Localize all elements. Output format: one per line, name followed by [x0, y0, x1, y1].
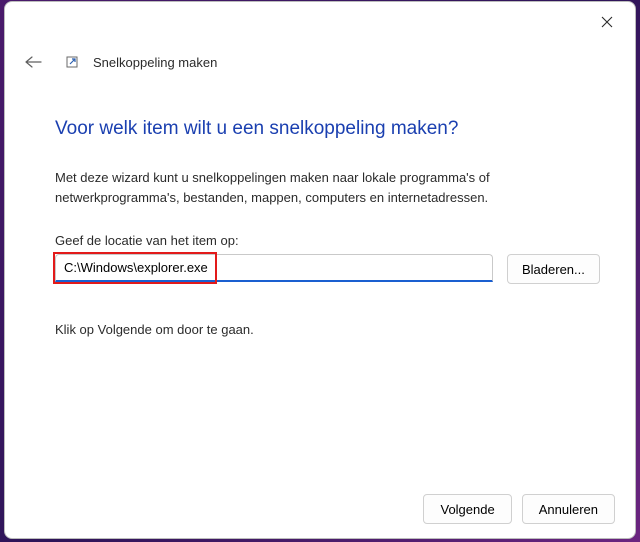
back-arrow-icon: [24, 55, 42, 69]
content-area: Voor welk item wilt u een snelkoppeling …: [5, 78, 635, 480]
wizard-heading: Voor welk item wilt u een snelkoppeling …: [55, 118, 585, 140]
header-row: Snelkoppeling maken: [5, 42, 635, 78]
back-button[interactable]: [17, 46, 49, 78]
input-row: Bladeren...: [55, 254, 585, 284]
input-wrap: [55, 254, 493, 282]
wizard-description: Met deze wizard kunt u snelkoppelingen m…: [55, 168, 585, 207]
titlebar: [5, 2, 635, 42]
wizard-window: Snelkoppeling maken Voor welk item wilt …: [4, 1, 636, 539]
close-button[interactable]: [587, 6, 627, 38]
shortcut-icon: [65, 54, 81, 70]
wizard-hint: Klik op Volgende om door te gaan.: [55, 322, 585, 337]
footer: Volgende Annuleren: [5, 480, 635, 538]
page-title: Snelkoppeling maken: [93, 55, 217, 70]
browse-button[interactable]: Bladeren...: [507, 254, 600, 284]
cancel-button[interactable]: Annuleren: [522, 494, 615, 524]
next-button[interactable]: Volgende: [423, 494, 511, 524]
close-icon: [601, 16, 613, 28]
location-input[interactable]: [55, 254, 493, 282]
location-label: Geef de locatie van het item op:: [55, 233, 585, 248]
